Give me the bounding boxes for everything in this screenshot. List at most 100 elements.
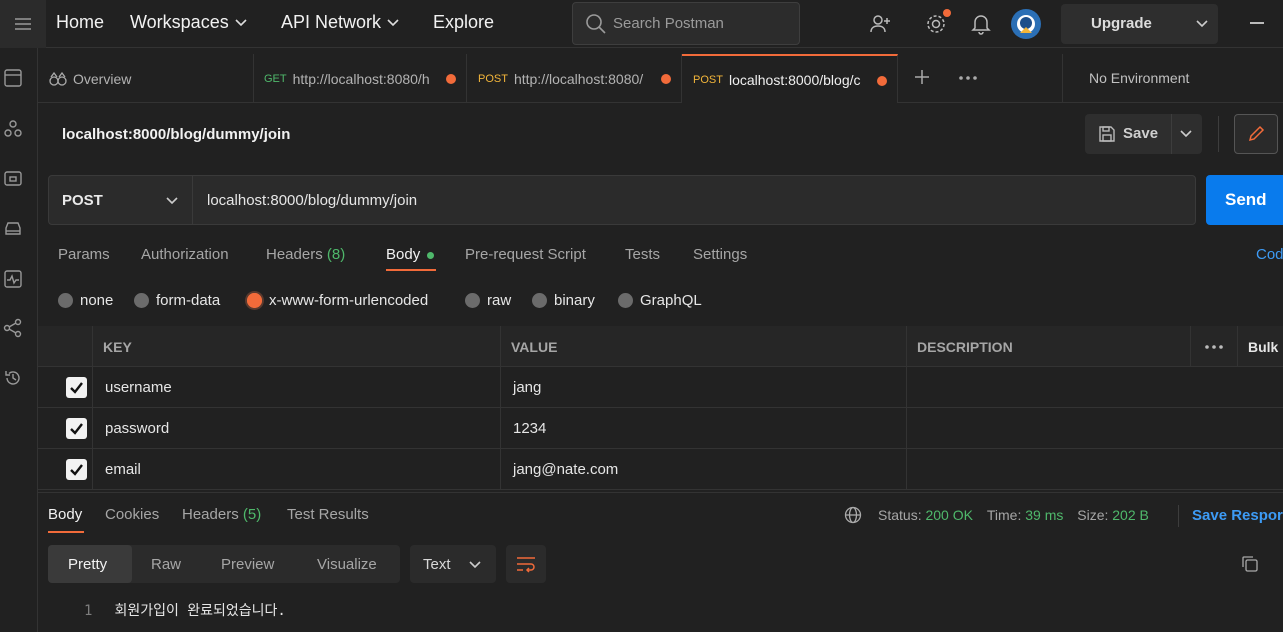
row-checkbox[interactable] (66, 418, 87, 439)
description-cell[interactable] (907, 408, 1283, 449)
tab-settings[interactable]: Settings (693, 246, 747, 263)
nav-explore[interactable]: Explore (433, 12, 494, 33)
monitors-icon[interactable] (3, 269, 23, 289)
radio-label: binary (554, 292, 595, 309)
apis-icon[interactable] (3, 119, 23, 139)
response-tab-cookies[interactable]: Cookies (105, 506, 159, 523)
value-cell[interactable]: jang@nate.com (501, 449, 907, 490)
value-cell[interactable]: 1234 (501, 408, 907, 449)
view-preview[interactable]: Preview (221, 556, 274, 573)
tab-options-button[interactable] (959, 76, 977, 80)
send-button[interactable]: Send (1206, 175, 1283, 225)
description-cell[interactable] (907, 367, 1283, 408)
size-value[interactable]: 202 B (1112, 507, 1149, 523)
notification-dot (943, 9, 951, 17)
key-cell[interactable]: email (93, 449, 501, 490)
tab-body[interactable]: Body (386, 246, 420, 263)
response-view-selector: Pretty Raw Preview Visualize (48, 545, 400, 583)
tab-active-request[interactable]: POST localhost:8000/blog/c (682, 54, 898, 103)
plus-icon (915, 70, 929, 84)
table-row: email jang@nate.com (38, 449, 1283, 490)
notifications-button[interactable] (971, 13, 991, 35)
radio-graphql[interactable]: GraphQL (618, 292, 702, 309)
unsaved-dot (446, 74, 456, 84)
tab-headers[interactable]: Headers (8) (266, 246, 345, 263)
status-value[interactable]: 200 OK (925, 507, 972, 523)
tab-tests[interactable]: Tests (625, 246, 660, 263)
method-select[interactable]: POST (49, 176, 193, 224)
row-checkbox[interactable] (66, 377, 87, 398)
tab-body-label: Body (386, 246, 421, 263)
edit-button[interactable] (1234, 114, 1278, 154)
nav-home[interactable]: Home (56, 12, 104, 33)
response-tab-body[interactable]: Body (48, 506, 82, 523)
tab-params[interactable]: Params (58, 246, 110, 263)
chevron-down-icon (387, 18, 399, 26)
menu-button[interactable] (0, 0, 46, 48)
radio-none[interactable]: none (58, 292, 113, 309)
environment-selector[interactable]: No Environment (1062, 54, 1283, 103)
flows-icon[interactable] (3, 318, 23, 338)
radio-x-www-form-urlencoded[interactable]: x-www-form-urlencoded (247, 292, 428, 309)
table-options-button[interactable] (1191, 326, 1238, 367)
chevron-down-icon (1196, 20, 1208, 28)
radio-dot (618, 293, 633, 308)
key-cell[interactable]: username (93, 367, 501, 408)
format-select[interactable]: Text (410, 545, 496, 583)
tab-overview[interactable]: Overview (38, 54, 253, 103)
description-cell[interactable] (907, 449, 1283, 490)
chevron-down-icon[interactable] (1180, 130, 1192, 138)
tab-post-request[interactable]: POST http://localhost:8080/ (467, 54, 682, 103)
response-text[interactable]: 회원가입이 완료되었습니다. (114, 603, 285, 619)
time-value[interactable]: 39 ms (1025, 507, 1063, 523)
request-title: localhost:8000/blog/dummy/join (62, 126, 291, 143)
checkmark-icon (70, 464, 83, 476)
radio-form-data[interactable]: form-data (134, 292, 220, 309)
radio-dot (134, 293, 149, 308)
nav-workspaces[interactable]: Workspaces (130, 12, 247, 33)
save-response-button[interactable]: Save Respor (1192, 507, 1283, 524)
tab-authorization[interactable]: Authorization (141, 246, 229, 263)
network-info-button[interactable] (844, 506, 862, 524)
collections-icon[interactable] (3, 68, 23, 88)
save-button[interactable]: Save (1085, 114, 1202, 154)
upgrade-button[interactable]: Upgrade (1061, 4, 1218, 44)
format-label: Text (423, 556, 451, 573)
view-visualize[interactable]: Visualize (317, 556, 377, 573)
row-checkbox[interactable] (66, 459, 87, 480)
response-tab-headers[interactable]: Headers (5) (182, 506, 261, 523)
bulk-edit-button[interactable]: Bulk (1238, 326, 1283, 367)
value-cell[interactable]: jang (501, 367, 907, 408)
avatar[interactable] (1010, 8, 1042, 40)
body-indicator-dot (427, 252, 434, 259)
nav-api-network[interactable]: API Network (281, 12, 399, 33)
url-bar: POST localhost:8000/blog/dummy/join (48, 175, 1196, 225)
radio-binary[interactable]: binary (532, 292, 595, 309)
history-icon[interactable] (3, 368, 23, 388)
more-horizontal-icon (959, 76, 977, 80)
tab-get-request[interactable]: GET http://localhost:8080/h (253, 54, 467, 103)
view-pretty-label: Pretty (68, 556, 108, 573)
invite-button[interactable] (869, 13, 891, 35)
tab-prerequest-script[interactable]: Pre-request Script (465, 246, 586, 263)
settings-button[interactable] (925, 13, 947, 35)
new-tab-button[interactable] (914, 69, 930, 85)
wrap-icon (517, 557, 535, 573)
pencil-icon (1248, 125, 1265, 142)
unsaved-dot (877, 76, 887, 86)
wrap-lines-button[interactable] (506, 545, 546, 583)
code-link[interactable]: Cod (1256, 246, 1283, 263)
environments-icon[interactable] (3, 169, 23, 189)
key-cell[interactable]: password (93, 408, 501, 449)
view-raw[interactable]: Raw (151, 556, 181, 573)
response-tab-test-results[interactable]: Test Results (287, 506, 369, 523)
search-input[interactable]: Search Postman (572, 2, 800, 45)
overview-icon (49, 71, 67, 86)
radio-dot (58, 293, 73, 308)
copy-button[interactable] (1241, 555, 1259, 573)
nav-api-network-label: API Network (281, 12, 382, 32)
url-input[interactable]: localhost:8000/blog/dummy/join (207, 192, 417, 209)
mock-servers-icon[interactable] (3, 219, 23, 239)
radio-raw[interactable]: raw (465, 292, 511, 309)
minimize-icon[interactable] (1250, 22, 1264, 24)
